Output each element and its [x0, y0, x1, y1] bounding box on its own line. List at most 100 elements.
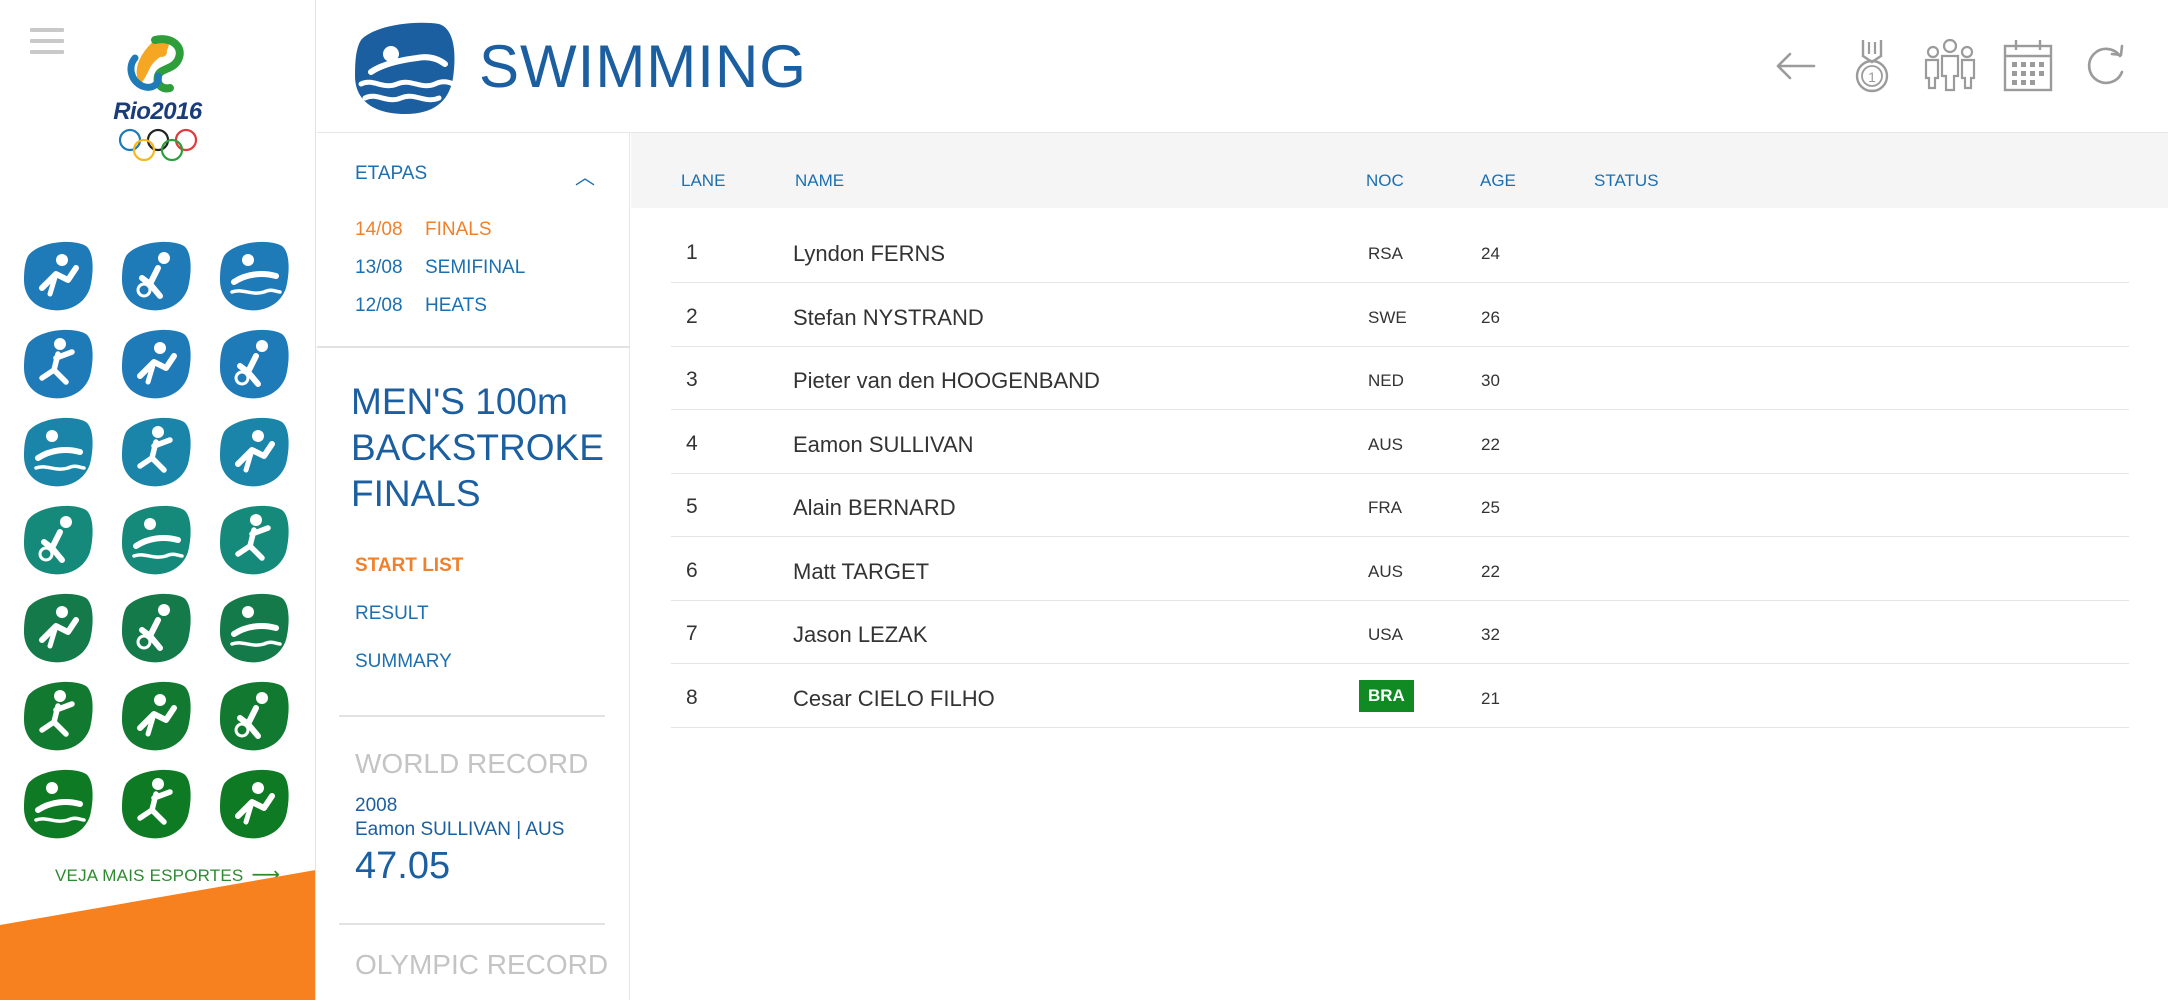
- refresh-button[interactable]: [2080, 38, 2130, 94]
- cycling-road-icon[interactable]: [218, 326, 290, 400]
- table-row[interactable]: 8 Cesar CIELO FILHO BRA 21: [671, 664, 2129, 728]
- fencing-icon[interactable]: [22, 766, 94, 840]
- refresh-icon: [2087, 44, 2124, 85]
- stage-date: 12/08: [355, 295, 403, 316]
- water-polo-icon-glyph: [122, 417, 191, 487]
- rhythmic-gymnastics-icon[interactable]: [22, 502, 94, 576]
- table-row[interactable]: 3 Pieter van den HOOGENBAND NED 30: [671, 346, 2129, 410]
- badminton-icon[interactable]: [120, 238, 192, 312]
- event-title-line: MEN'S 100m: [351, 381, 568, 422]
- noc-cell: AUS: [1368, 434, 1403, 454]
- stage-semifinal[interactable]: 13/08 SEMIFINAL: [355, 257, 525, 279]
- age-cell: 21: [1481, 688, 1500, 708]
- golf-icon-glyph: [220, 505, 289, 575]
- beach-volleyball-icon[interactable]: [218, 238, 290, 312]
- table-row[interactable]: 5 Alain BERNARD FRA 25: [671, 473, 2129, 537]
- lane-cell: 3: [686, 368, 698, 391]
- rio2016-logo[interactable]: Rio2016: [100, 28, 215, 163]
- stages-toggle[interactable]: ETAPAS ︿: [355, 163, 595, 189]
- handball-icon[interactable]: [120, 590, 192, 664]
- rugby-icon[interactable]: [120, 678, 192, 752]
- result-link[interactable]: RESULT: [355, 603, 429, 625]
- hockey-icon[interactable]: [22, 590, 94, 664]
- wrestling-icon[interactable]: [218, 590, 290, 664]
- water-polo-icon[interactable]: [120, 414, 192, 488]
- divider: [317, 346, 630, 348]
- lane-cell: 6: [686, 558, 698, 582]
- menu-icon[interactable]: [30, 28, 64, 62]
- sports-sidebar: Rio2016 VEJA MAIS ESPORTES ⟶: [0, 0, 316, 1000]
- cycling-mountain-bike-icon-glyph: [122, 329, 191, 399]
- golf-icon[interactable]: [218, 502, 290, 576]
- taekwondo-icon[interactable]: [218, 678, 290, 752]
- back-button[interactable]: [1770, 38, 1820, 94]
- rhythmic-gymnastics-icon-glyph: [24, 505, 93, 575]
- stage-label: HEATS: [425, 295, 487, 316]
- divider: [339, 715, 605, 717]
- athlete-name-cell: Lyndon FERNS: [793, 241, 946, 266]
- swimming-pictogram-icon: [355, 22, 456, 114]
- athletics-icon-glyph: [24, 241, 93, 311]
- medals-button[interactable]: 1: [1847, 38, 1897, 94]
- cycling-road-icon-glyph: [220, 329, 289, 399]
- lane-cell: 4: [686, 431, 698, 455]
- noc-cell: FRA: [1368, 498, 1402, 517]
- world-record-title: WORLD RECORD: [355, 748, 589, 779]
- start-list-link[interactable]: START LIST: [355, 555, 463, 577]
- swimming-icon[interactable]: [22, 414, 94, 488]
- rugby-icon-glyph: [122, 681, 191, 751]
- noc-cell: AUS: [1368, 561, 1403, 581]
- table-row[interactable]: 7 Jason LEZAK USA 32: [671, 600, 2129, 664]
- table-row[interactable]: 6 Matt TARGET AUS 22: [671, 537, 2129, 601]
- menu-bar: [30, 28, 64, 32]
- noc-cell: NED: [1368, 371, 1404, 390]
- athlete-name-cell: Eamon SULLIVAN: [793, 431, 974, 457]
- table-row[interactable]: 4 Eamon SULLIVAN AUS 22: [671, 410, 2129, 474]
- athlete-name-cell: Cesar CIELO FILHO: [793, 685, 995, 711]
- event-title-line: BACKSTROKE: [351, 427, 604, 468]
- athlete-name-cell: Stefan NYSTRAND: [793, 304, 984, 330]
- lane-cell: 1: [686, 241, 698, 264]
- table-header: LANE NAME NOC AGE STATUS: [631, 133, 2168, 208]
- stage-label: FINALS: [425, 219, 492, 240]
- lane-cell: 8: [686, 685, 698, 709]
- stage-finals[interactable]: 14/08 FINALS: [355, 219, 492, 241]
- table-row[interactable]: 1 Lyndon FERNS RSA 24: [671, 219, 2129, 283]
- table-row[interactable]: 2 Stefan NYSTRAND SWE 26: [671, 283, 2129, 347]
- column-header-lane: LANE: [681, 171, 726, 190]
- noc-highlight-badge: BRA: [1359, 679, 1414, 712]
- taekwondo-icon-glyph: [220, 681, 289, 751]
- triathlon-icon[interactable]: [120, 766, 192, 840]
- cycling-mountain-bike-icon[interactable]: [120, 326, 192, 400]
- rowing-icon-glyph: [24, 681, 93, 751]
- athlete-name-cell: Jason LEZAK: [793, 622, 928, 647]
- calendar-button[interactable]: [2003, 38, 2053, 94]
- artistic-gymnastics-icon[interactable]: [120, 502, 192, 576]
- stage-heats[interactable]: 12/08 HEATS: [355, 295, 487, 317]
- calendar-icon: [2003, 40, 2053, 92]
- divider: [339, 923, 605, 925]
- athletes-icon: [1924, 38, 1976, 92]
- beach-volleyball-icon-glyph: [220, 241, 289, 311]
- cycling-bmx-icon-glyph: [24, 329, 93, 399]
- event-panel: ETAPAS ︿ 14/08 FINALS 13/08 SEMIFINAL 12/0…: [317, 133, 630, 1000]
- diving-icon[interactable]: [218, 414, 290, 488]
- athletics-icon[interactable]: [22, 238, 94, 312]
- column-header-noc: NOC: [1366, 171, 1404, 190]
- age-cell: 22: [1481, 434, 1500, 454]
- column-header-status: STATUS: [1594, 171, 1659, 190]
- athletes-button[interactable]: [1920, 38, 1980, 94]
- diving-icon-glyph: [220, 417, 289, 487]
- summary-link[interactable]: SUMMARY: [355, 651, 452, 673]
- stage-label: SEMIFINAL: [425, 257, 526, 278]
- back-arrow-icon: [1776, 52, 1816, 80]
- rowing-icon[interactable]: [22, 678, 94, 752]
- sailing-icon[interactable]: [218, 766, 290, 840]
- menu-bar: [30, 50, 64, 54]
- noc-cell: RSA: [1368, 244, 1403, 263]
- sailing-icon-glyph: [220, 769, 289, 839]
- swimming-icon-glyph: [24, 417, 93, 487]
- medal-icon: 1: [1855, 40, 1889, 93]
- cycling-bmx-icon[interactable]: [22, 326, 94, 400]
- menu-bar: [30, 39, 64, 43]
